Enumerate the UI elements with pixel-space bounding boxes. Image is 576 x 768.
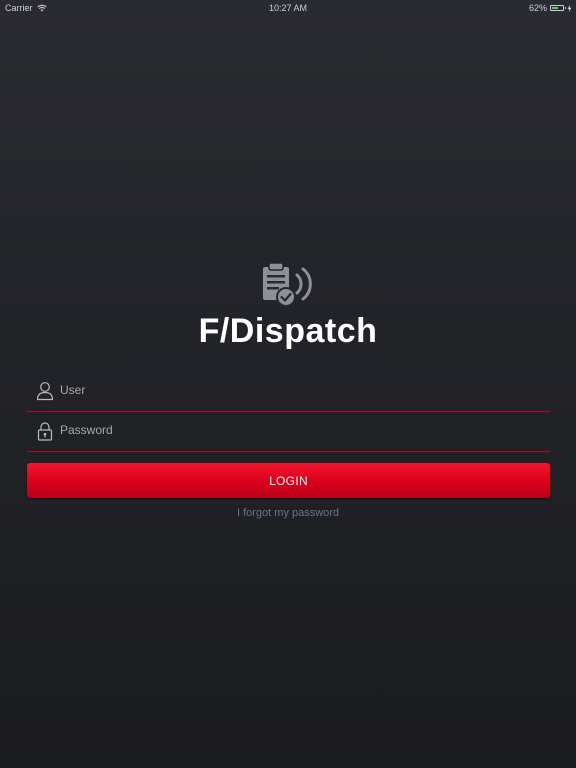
user-input[interactable] (60, 379, 550, 401)
battery-level (552, 7, 559, 9)
forgot-password-link[interactable]: I forgot my password (0, 507, 576, 519)
app-logo (0, 260, 576, 310)
lock-icon (37, 422, 53, 441)
battery-percent: 62% (528, 3, 547, 13)
password-field[interactable] (27, 411, 550, 452)
password-input[interactable] (60, 419, 550, 441)
login-button[interactable]: LOGIN (27, 463, 550, 498)
battery-icon (550, 5, 566, 11)
status-right: 62% (529, 3, 572, 13)
clipboard-check-broadcast-icon (263, 262, 312, 307)
status-time: 10:27 AM (268, 3, 308, 13)
status-bar: Carrier 10:27 AM 62% (0, 0, 576, 16)
app-title: F/Dispatch (198, 312, 378, 350)
user-field[interactable] (27, 371, 550, 412)
charging-icon (567, 4, 572, 12)
user-icon (36, 382, 54, 401)
